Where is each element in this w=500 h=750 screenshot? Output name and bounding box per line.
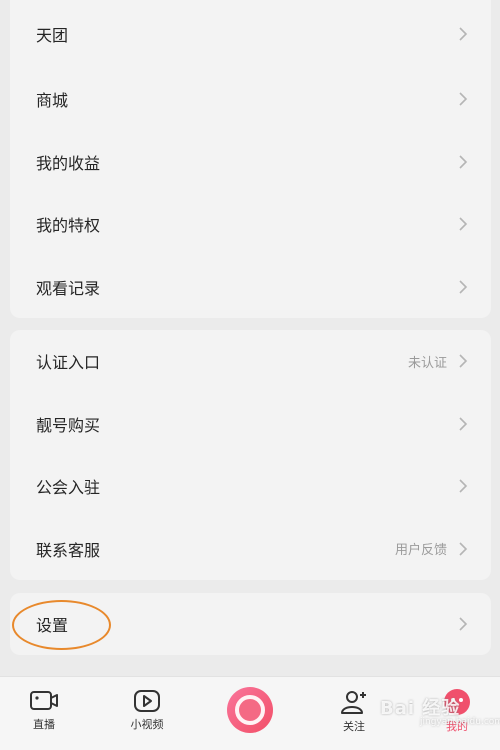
chevron-right-icon	[459, 217, 468, 231]
record-icon	[235, 695, 265, 725]
tab-label: 直播	[33, 718, 55, 731]
tab-label: 我的	[446, 720, 468, 733]
play-icon	[134, 690, 160, 712]
menu-item-label: 我的收益	[36, 153, 101, 173]
chevron-right-icon	[459, 354, 468, 368]
tab-label: 关注	[343, 720, 365, 733]
menu-item-watch-history[interactable]: 观看记录	[10, 256, 491, 319]
menu-item-label: 商城	[36, 91, 69, 111]
menu-item-tiantuan[interactable]: 天团	[10, 0, 491, 68]
verification-status: 未认证	[407, 355, 447, 371]
bottom-tab-bar: 直播 小视频 关注 我的	[0, 676, 500, 750]
profile-face-icon	[444, 689, 470, 715]
menu-item-privileges[interactable]: 我的特权	[10, 193, 491, 256]
chevron-right-icon	[459, 542, 468, 556]
go-live-button[interactable]	[227, 687, 273, 733]
menu-group-3: 设置	[10, 593, 491, 655]
chevron-right-icon	[459, 92, 468, 106]
chevron-right-icon	[459, 617, 468, 631]
menu-item-premium-id[interactable]: 靓号购买	[10, 393, 491, 456]
menu-item-label: 我的特权	[36, 216, 101, 236]
tab-me[interactable]: 我的	[417, 677, 497, 750]
menu-item-customer-service[interactable]: 联系客服 用户反馈	[10, 518, 491, 581]
menu-group-1: 天团 商城 我的收益 我的特权 观看记录	[10, 0, 491, 318]
menu-item-guild[interactable]: 公会入驻	[10, 455, 491, 518]
tab-follow[interactable]: 关注	[314, 677, 394, 750]
menu-item-label: 靓号购买	[36, 415, 101, 435]
menu-item-earnings[interactable]: 我的收益	[10, 131, 491, 194]
chevron-right-icon	[459, 280, 468, 294]
menu-group-2: 认证入口 未认证 靓号购买 公会入驻 联系客服 用户反馈	[10, 330, 491, 580]
menu-item-settings[interactable]: 设置	[10, 593, 491, 655]
chevron-right-icon	[459, 479, 468, 493]
menu-item-mall[interactable]: 商城	[10, 68, 491, 131]
chevron-right-icon	[459, 27, 468, 41]
menu-item-label: 认证入口	[36, 353, 101, 373]
menu-item-label: 公会入驻	[36, 478, 101, 498]
menu-item-label: 设置	[36, 616, 69, 635]
tab-label: 小视频	[130, 718, 164, 731]
tab-short-video[interactable]: 小视频	[107, 677, 187, 750]
menu-item-label: 联系客服	[36, 540, 101, 560]
feedback-hint: 用户反馈	[394, 543, 447, 559]
menu-item-verification[interactable]: 认证入口 未认证	[10, 330, 491, 393]
chevron-right-icon	[459, 417, 468, 431]
follow-user-icon	[341, 691, 366, 714]
menu-item-label: 观看记录	[36, 278, 101, 298]
menu-item-label: 天团	[36, 26, 69, 45]
tab-live[interactable]: 直播	[4, 677, 84, 750]
chevron-right-icon	[459, 155, 468, 169]
camera-icon	[30, 691, 58, 710]
